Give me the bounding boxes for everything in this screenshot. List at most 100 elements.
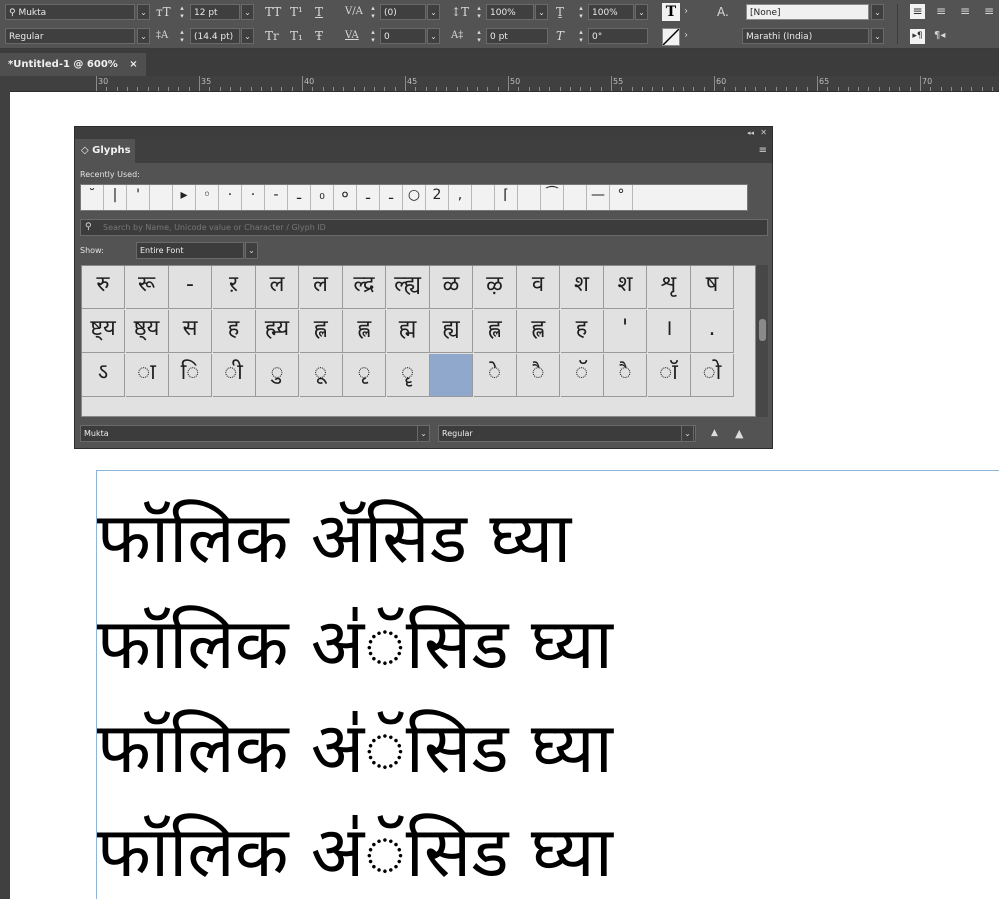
glyph-cell[interactable]: ह्म्य bbox=[256, 310, 299, 353]
text-line-2[interactable]: फॉलिक अ॑ॅसिड घ्या bbox=[97, 599, 613, 689]
glyph-cell[interactable]: . bbox=[691, 310, 734, 353]
panel-style-dropdown[interactable]: Regular bbox=[438, 425, 696, 442]
glyph-cell[interactable]: ह bbox=[212, 310, 256, 353]
font-style-field[interactable]: Regular bbox=[5, 28, 135, 44]
glyph-cell[interactable]: ल्ह्य bbox=[386, 266, 430, 309]
font-style-dropdown[interactable]: ⌄ bbox=[137, 28, 150, 44]
leading-dropdown[interactable]: ⌄ bbox=[241, 28, 254, 44]
show-dropdown[interactable]: Entire Font bbox=[136, 242, 244, 259]
subscript-button[interactable]: T₁ bbox=[290, 28, 303, 44]
glyph-cell[interactable]: ष्ठ्य bbox=[125, 310, 169, 353]
recent-glyph-cell[interactable]: · bbox=[242, 185, 265, 210]
paragraph-direction-button[interactable]: ▸¶ bbox=[910, 29, 925, 44]
font-family-field[interactable]: ⚲ Mukta bbox=[5, 4, 135, 20]
glyph-cell[interactable]: ै bbox=[517, 354, 560, 397]
align-left-button[interactable]: ≡ bbox=[910, 4, 925, 19]
glyph-cell[interactable]: ऴ bbox=[473, 266, 517, 309]
glyph-cell[interactable]: ह्ल bbox=[517, 310, 560, 353]
kerning-dropdown[interactable]: ⌄ bbox=[427, 4, 440, 20]
glyph-cell[interactable]: - bbox=[169, 266, 212, 309]
glyph-cell[interactable]: े bbox=[473, 354, 517, 397]
recent-glyph-cell[interactable]: ⌈ bbox=[495, 185, 518, 210]
baseline-shift-field[interactable]: 0 pt bbox=[486, 28, 548, 44]
glyph-cell[interactable]: ह्य bbox=[430, 310, 473, 353]
glyph-cell[interactable]: ा bbox=[125, 354, 169, 397]
glyph-cell[interactable]: ु bbox=[256, 354, 299, 397]
align-center-button[interactable]: ≡ bbox=[936, 3, 946, 19]
text-line-4[interactable]: फॉलिक अ॑ॅसिड घ्या bbox=[97, 807, 613, 897]
glyph-grid-scrollbar[interactable] bbox=[756, 265, 768, 417]
recent-glyph-cell[interactable] bbox=[472, 185, 495, 210]
paragraph-rtl-button[interactable]: ¶◂ bbox=[934, 28, 945, 44]
glyph-cell[interactable]: ळ bbox=[430, 266, 473, 309]
align-justify-button[interactable]: ≡ bbox=[984, 3, 994, 19]
chevron-right-icon[interactable]: › bbox=[684, 4, 688, 20]
zoom-in-glyphs-icon[interactable]: ▲ bbox=[735, 425, 743, 442]
recent-glyph-cell[interactable]: 2 bbox=[426, 185, 449, 210]
text-line-3[interactable]: फॉलिक अ॑ॅसिड घ्या bbox=[97, 703, 613, 793]
language-field[interactable]: Marathi (India) bbox=[742, 28, 869, 44]
glyph-cell[interactable]: शृ bbox=[647, 266, 691, 309]
character-style-field[interactable]: [None] bbox=[746, 4, 869, 20]
vertical-scale-dropdown[interactable]: ⌄ bbox=[535, 4, 548, 20]
superscript-button[interactable]: T¹ bbox=[290, 4, 303, 20]
panel-menu-icon[interactable]: ≡ bbox=[759, 139, 767, 163]
chevron-right-icon[interactable]: › bbox=[684, 28, 688, 44]
recent-glyph-cell[interactable]: ○ bbox=[403, 185, 426, 210]
font-size-dropdown[interactable]: ⌄ bbox=[241, 4, 254, 20]
recent-glyph-cell[interactable]: · bbox=[219, 185, 242, 210]
strikethrough-button[interactable]: Ŧ bbox=[315, 28, 323, 44]
character-style-dropdown[interactable]: ⌄ bbox=[871, 4, 884, 20]
font-size-field[interactable]: 12 pt bbox=[190, 4, 240, 20]
vertical-ruler[interactable] bbox=[0, 91, 10, 899]
glyph-cell[interactable]: ष्ट्य bbox=[82, 310, 125, 353]
close-icon[interactable]: × bbox=[129, 59, 137, 70]
skew-stepper[interactable]: ▴ ▾ bbox=[576, 28, 586, 44]
recent-glyph-cell[interactable]: ◦ bbox=[196, 185, 219, 210]
glyph-cell[interactable]: ी bbox=[212, 354, 256, 397]
glyph-cell[interactable]: । bbox=[647, 310, 691, 353]
text-line-1[interactable]: फॉलिक ॲसिड घ्या bbox=[97, 493, 571, 583]
zoom-out-glyphs-icon[interactable]: ▲ bbox=[711, 425, 718, 442]
glyph-cell[interactable]: ह्म bbox=[386, 310, 430, 353]
recent-glyph-cell[interactable] bbox=[150, 185, 173, 210]
text-frame[interactable]: फॉलिक ॲसिड घ्या फॉलिक अ॑ॅसिड घ्या फॉलिक … bbox=[96, 470, 999, 899]
recent-glyph-cell[interactable]: , bbox=[449, 185, 472, 210]
recent-glyph-cell[interactable]: ° bbox=[610, 185, 633, 210]
recent-glyph-cell[interactable]: ـ bbox=[357, 185, 380, 210]
recent-glyph-cell[interactable]: ' bbox=[127, 185, 150, 210]
glyph-cell[interactable]: ष bbox=[691, 266, 734, 309]
glyph-cell[interactable]: ॄ bbox=[386, 354, 430, 397]
glyph-cell[interactable]: ि bbox=[169, 354, 212, 397]
stroke-color-swatch[interactable] bbox=[662, 28, 680, 46]
glyph-cell[interactable]: स bbox=[169, 310, 212, 353]
leading-stepper[interactable]: ▴ ▾ bbox=[177, 28, 187, 44]
tracking-dropdown[interactable]: ⌄ bbox=[427, 28, 440, 44]
tracking-field[interactable]: 0 bbox=[380, 28, 426, 44]
collapse-icon[interactable]: ◂◂ bbox=[747, 127, 754, 139]
glyph-cell[interactable]: ह bbox=[560, 310, 604, 353]
glyph-cell[interactable]: ो bbox=[691, 354, 734, 397]
glyph-cell[interactable]: श bbox=[604, 266, 647, 309]
glyph-cell[interactable]: ह्ल bbox=[473, 310, 517, 353]
leading-field[interactable]: (14.4 pt) bbox=[190, 28, 240, 44]
recent-glyph-cell[interactable]: ० bbox=[334, 185, 357, 210]
glyph-cell[interactable]: ल्द्र bbox=[343, 266, 386, 309]
chevron-down-icon[interactable]: ⌄ bbox=[417, 425, 430, 442]
font-size-stepper[interactable]: ▴ ▾ bbox=[177, 4, 187, 20]
fill-color-swatch[interactable]: T bbox=[662, 3, 680, 21]
glyph-cell[interactable]: रू bbox=[125, 266, 169, 309]
glyph-cell[interactable]: ल bbox=[256, 266, 299, 309]
glyph-cell[interactable]: ऽ bbox=[82, 354, 125, 397]
recent-glyph-cell[interactable]: ͡ bbox=[541, 185, 564, 210]
all-caps-button[interactable]: TT bbox=[265, 4, 281, 20]
glyph-cell[interactable]: व bbox=[517, 266, 560, 309]
recent-glyph-cell[interactable] bbox=[518, 185, 541, 210]
glyph-cell[interactable]: ल bbox=[299, 266, 343, 309]
glyph-cell[interactable]: रु bbox=[82, 266, 125, 309]
glyph-cell[interactable]: ॉ bbox=[647, 354, 691, 397]
glyph-cell[interactable]: ृ bbox=[343, 354, 386, 397]
recent-glyph-cell[interactable]: ▸ bbox=[173, 185, 196, 210]
vertical-scale-field[interactable]: 100% bbox=[486, 4, 534, 20]
horizontal-scale-stepper[interactable]: ▴ ▾ bbox=[576, 4, 586, 20]
